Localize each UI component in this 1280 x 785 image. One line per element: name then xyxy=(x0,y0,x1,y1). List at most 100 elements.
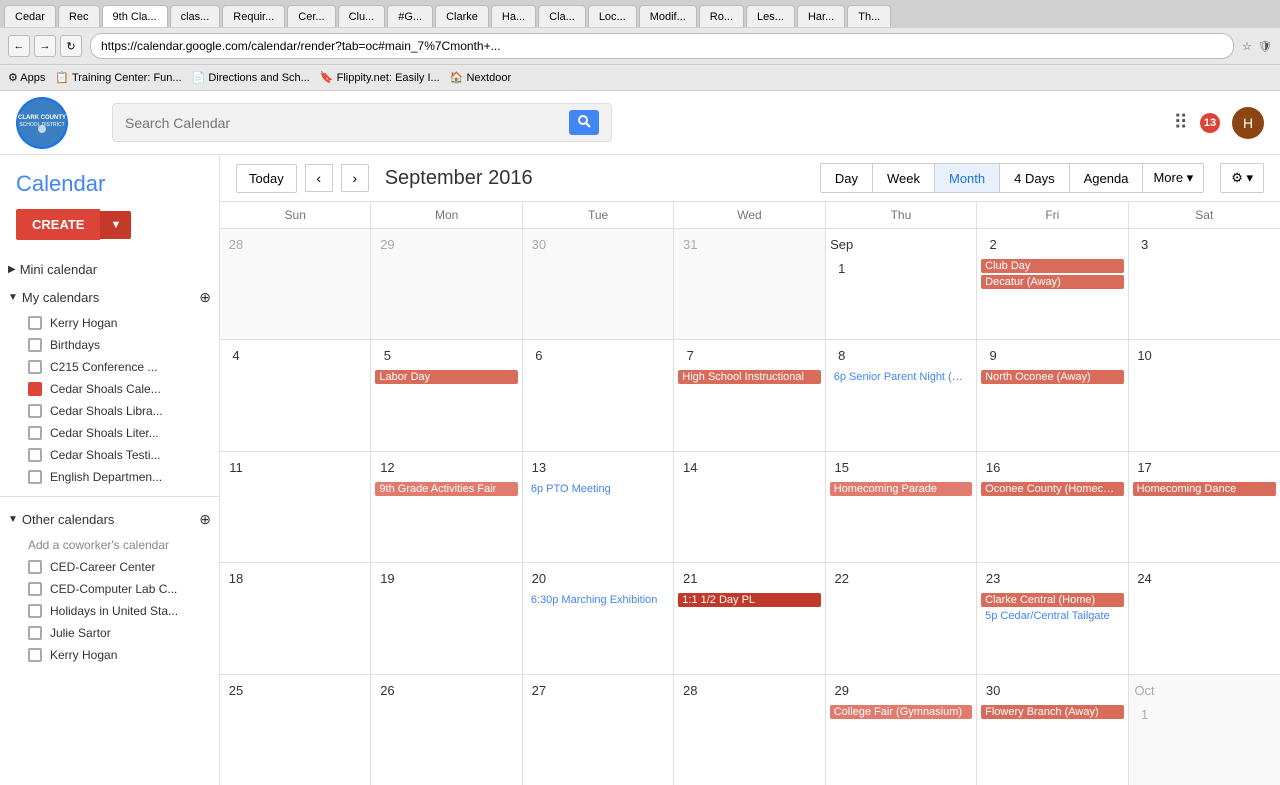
tab-loc[interactable]: Loc... xyxy=(588,5,637,27)
my-calendars-toggle[interactable]: ▼ My calendars ⊕ xyxy=(0,283,219,312)
day-cell-sep27[interactable]: 27 xyxy=(523,675,674,785)
notification-badge[interactable]: 13 xyxy=(1200,113,1220,133)
bookmark-flippity[interactable]: 🔖 Flippity.net: Easily I... xyxy=(320,71,440,84)
day-cell-aug31[interactable]: 31 xyxy=(674,229,825,339)
event-decatur-away[interactable]: Decatur (Away) xyxy=(981,275,1123,289)
day-cell-sep26[interactable]: 26 xyxy=(371,675,522,785)
kerry-hogan-checkbox[interactable] xyxy=(28,316,42,330)
other-calendars-add-icon[interactable]: ⊕ xyxy=(199,511,211,528)
day-cell-sep8[interactable]: 8 6p Senior Parent Night (The... xyxy=(826,340,977,450)
event-labor-day[interactable]: Labor Day xyxy=(375,370,517,384)
my-calendars-add-icon[interactable]: ⊕ xyxy=(199,289,211,306)
next-month-button[interactable]: › xyxy=(341,164,369,192)
event-half-day-pl[interactable]: 1:1 1/2 Day PL xyxy=(678,593,820,607)
calendar-item-c215[interactable]: C215 Conference ... xyxy=(0,356,219,378)
cedar-shoals-libra-checkbox[interactable] xyxy=(28,404,42,418)
tab-cedar[interactable]: Cedar xyxy=(4,5,56,27)
day-cell-sep21[interactable]: 21 1:1 1/2 Day PL xyxy=(674,563,825,673)
other-calendars-toggle[interactable]: ▼ Other calendars ⊕ xyxy=(0,505,219,534)
kerry-hogan-2-checkbox[interactable] xyxy=(28,648,42,662)
tab-les[interactable]: Les... xyxy=(746,5,795,27)
day-cell-aug29[interactable]: 29 xyxy=(371,229,522,339)
english-dept-checkbox[interactable] xyxy=(28,470,42,484)
day-cell-sep9[interactable]: 9 North Oconee (Away) xyxy=(977,340,1128,450)
calendar-item-ced-career[interactable]: CED-Career Center xyxy=(0,556,219,578)
tab-har[interactable]: Har... xyxy=(797,5,845,27)
event-oconee-county-homecoming[interactable]: Oconee County (Homecon... xyxy=(981,482,1123,496)
tab-ha[interactable]: Ha... xyxy=(491,5,536,27)
cedar-shoals-testi-checkbox[interactable] xyxy=(28,448,42,462)
calendar-item-cedar-shoals-liter[interactable]: Cedar Shoals Liter... xyxy=(0,422,219,444)
add-coworker-input[interactable]: Add a coworker's calendar xyxy=(0,534,219,556)
cedar-shoals-cale-checkbox[interactable] xyxy=(28,382,42,396)
view-4days-button[interactable]: 4 Days xyxy=(999,163,1068,193)
day-cell-sep2[interactable]: 2 Club Day Decatur (Away) xyxy=(977,229,1128,339)
calendar-item-julie-sartor[interactable]: Julie Sartor xyxy=(0,622,219,644)
day-cell-sep16[interactable]: 16 Oconee County (Homecon... xyxy=(977,452,1128,562)
day-cell-oct1[interactable]: Oct 1 xyxy=(1129,675,1280,785)
day-cell-sep7[interactable]: 7 High School Instructional xyxy=(674,340,825,450)
day-cell-sep13[interactable]: 13 6p PTO Meeting xyxy=(523,452,674,562)
tab-9th-cla[interactable]: 9th Cla... xyxy=(102,5,168,27)
star-icon[interactable]: ☆ xyxy=(1242,40,1252,53)
view-week-button[interactable]: Week xyxy=(872,163,934,193)
tab-requir[interactable]: Requir... xyxy=(222,5,285,27)
day-cell-sep30[interactable]: 30 Flowery Branch (Away) xyxy=(977,675,1128,785)
calendar-item-holidays[interactable]: Holidays in United Sta... xyxy=(0,600,219,622)
holidays-checkbox[interactable] xyxy=(28,604,42,618)
reload-button[interactable]: ↻ xyxy=(60,35,82,57)
google-apps-icon[interactable]: ⠿ xyxy=(1173,110,1188,135)
day-cell-sep25[interactable]: 25 xyxy=(220,675,371,785)
day-cell-sep17[interactable]: 17 Homecoming Dance xyxy=(1129,452,1280,562)
search-button[interactable] xyxy=(569,110,599,135)
tab-clu[interactable]: Clu... xyxy=(338,5,386,27)
day-cell-sep10[interactable]: 10 xyxy=(1129,340,1280,450)
bookmark-training[interactable]: 📋 Training Center: Fun... xyxy=(55,71,181,84)
day-cell-sep12[interactable]: 12 9th Grade Activities Fair xyxy=(371,452,522,562)
calendar-item-english-dept[interactable]: English Departmen... xyxy=(0,466,219,488)
tab-clas[interactable]: clas... xyxy=(170,5,221,27)
event-senior-parent-night[interactable]: 6p Senior Parent Night (The... xyxy=(830,370,972,384)
day-cell-aug28[interactable]: 28 xyxy=(220,229,371,339)
ced-computer-checkbox[interactable] xyxy=(28,582,42,596)
tab-g[interactable]: #G... xyxy=(387,5,433,27)
day-cell-aug30[interactable]: 30 xyxy=(523,229,674,339)
event-cedar-central-tailgate[interactable]: 5p Cedar/Central Tailgate xyxy=(981,609,1123,623)
day-cell-sep18[interactable]: 18 xyxy=(220,563,371,673)
event-marching-exhibition[interactable]: 6:30p Marching Exhibition xyxy=(527,593,669,607)
bookmark-nextdoor[interactable]: 🏠 Nextdoor xyxy=(450,71,511,84)
tab-cla2[interactable]: Cla... xyxy=(538,5,586,27)
calendar-item-birthdays[interactable]: Birthdays xyxy=(0,334,219,356)
calendar-item-kerry-hogan[interactable]: Kerry Hogan xyxy=(0,312,219,334)
event-college-fair[interactable]: College Fair (Gymnasium) xyxy=(830,705,972,719)
calendar-item-cedar-shoals-testi[interactable]: Cedar Shoals Testi... xyxy=(0,444,219,466)
calendar-item-ced-computer[interactable]: CED-Computer Lab C... xyxy=(0,578,219,600)
tab-modif[interactable]: Modif... xyxy=(639,5,697,27)
day-cell-sep23[interactable]: 23 Clarke Central (Home) 5p Cedar/Centra… xyxy=(977,563,1128,673)
day-cell-sep5[interactable]: 5 Labor Day xyxy=(371,340,522,450)
ced-career-checkbox[interactable] xyxy=(28,560,42,574)
day-cell-sep11[interactable]: 11 xyxy=(220,452,371,562)
create-main-button[interactable]: CREATE xyxy=(16,209,100,240)
day-cell-sep1[interactable]: Sep 1 xyxy=(826,229,977,339)
calendar-item-kerry-hogan-2[interactable]: Kerry Hogan xyxy=(0,644,219,666)
julie-sartor-checkbox[interactable] xyxy=(28,626,42,640)
bookmark-directions[interactable]: 📄 Directions and Sch... xyxy=(192,71,310,84)
tab-rec[interactable]: Rec xyxy=(58,5,100,27)
tab-clarke[interactable]: Clarke xyxy=(435,5,489,27)
settings-button[interactable]: ⚙ ▾ xyxy=(1220,163,1264,193)
day-cell-sep4[interactable]: 4 xyxy=(220,340,371,450)
view-day-button[interactable]: Day xyxy=(820,163,872,193)
day-cell-sep15[interactable]: 15 Homecoming Parade xyxy=(826,452,977,562)
birthdays-checkbox[interactable] xyxy=(28,338,42,352)
event-9th-grade-activities-fair[interactable]: 9th Grade Activities Fair xyxy=(375,482,517,496)
user-avatar[interactable]: H xyxy=(1232,107,1264,139)
view-more-button[interactable]: More ▾ xyxy=(1142,163,1204,193)
tab-ro[interactable]: Ro... xyxy=(699,5,744,27)
day-cell-sep19[interactable]: 19 xyxy=(371,563,522,673)
day-cell-sep20[interactable]: 20 6:30p Marching Exhibition xyxy=(523,563,674,673)
forward-button[interactable]: → xyxy=(34,35,56,57)
back-button[interactable]: ← xyxy=(8,35,30,57)
view-month-button[interactable]: Month xyxy=(934,163,999,193)
prev-month-button[interactable]: ‹ xyxy=(305,164,333,192)
